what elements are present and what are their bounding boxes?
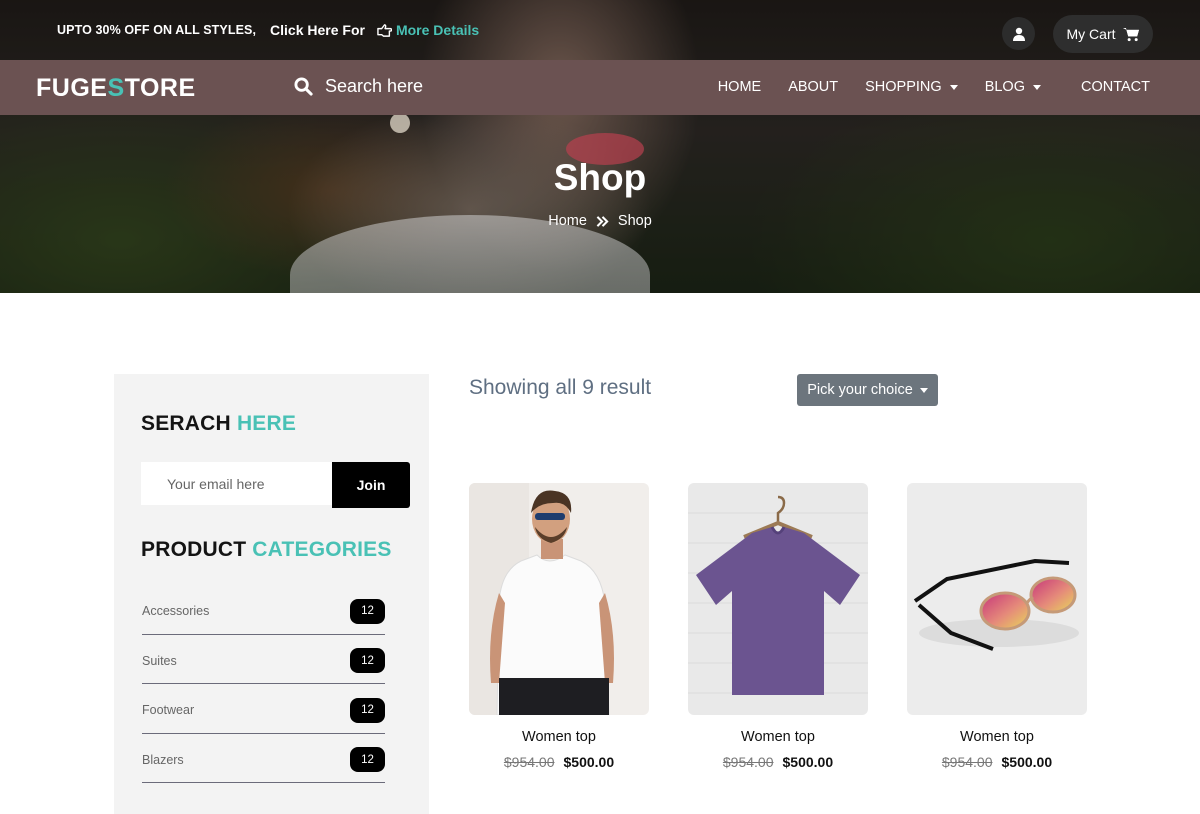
product-old-price: $954.00 [722, 754, 774, 770]
nav-item-label: SHOPPING [865, 79, 942, 95]
shopping-cart-icon [1122, 27, 1139, 41]
my-cart-label: My Cart [1066, 26, 1116, 42]
my-cart-button[interactable]: My Cart [1053, 15, 1153, 53]
sidebar: SERACH HERE Join PRODUCT CATEGORIES Acce… [114, 374, 429, 814]
hero-image-earring [390, 113, 410, 133]
category-name: Accessories [142, 604, 210, 619]
search-icon [294, 77, 313, 96]
category-item-accessories[interactable]: Accessories 12 [142, 585, 385, 635]
category-list: Accessories 12 Suites 12 Footwear 12 Bla… [142, 585, 385, 783]
subscribe-form: Join [141, 462, 410, 508]
sort-dropdown[interactable]: Pick your choice [797, 374, 938, 406]
user-account-button[interactable] [1002, 17, 1035, 50]
product-current-price: $500.00 [782, 754, 834, 770]
product-price: $954.00 $500.00 [469, 754, 649, 770]
nav-item-shopping[interactable]: SHOPPING [865, 79, 958, 95]
product-grid: Women top $954.00 $500.00 Women top $954.… [469, 483, 1087, 770]
hand-point-right-icon [377, 23, 392, 37]
product-card[interactable]: Women top $954.00 $500.00 [907, 483, 1087, 770]
result-count: Showing all 9 result [469, 376, 652, 399]
product-old-price: $954.00 [503, 754, 555, 770]
categories-heading-text: PRODUCT [141, 538, 247, 561]
join-button[interactable]: Join [332, 462, 410, 508]
caret-down-icon [949, 84, 958, 90]
categories-heading: PRODUCT CATEGORIES [141, 538, 392, 562]
nav-item-label: HOME [717, 79, 762, 95]
nav-item-label: BLOG [984, 79, 1025, 95]
sort-dropdown-label: Pick your choice [807, 382, 913, 398]
email-field[interactable] [141, 462, 332, 505]
nav-item-about[interactable]: ABOUT [788, 79, 838, 95]
product-price: $954.00 $500.00 [907, 754, 1087, 770]
main-navbar: FUGESTORE Search here HOME ABOUT SHOPPIN… [0, 60, 1200, 115]
nav-menu: HOME ABOUT SHOPPING BLOG CONTACT [691, 79, 1150, 95]
promo-click-text: Click Here For [270, 22, 365, 38]
user-icon [1012, 27, 1025, 41]
breadcrumb-current: Shop [617, 213, 652, 229]
double-chevron-right-icon [596, 215, 609, 227]
product-image[interactable] [469, 483, 649, 715]
search-heading: SERACH HERE [141, 412, 296, 436]
logo-text-part1: FUGE [36, 74, 108, 102]
categories-heading-accent: CATEGORIES [252, 538, 392, 561]
product-image[interactable] [688, 483, 868, 715]
category-count-badge: 12 [350, 697, 385, 723]
promo-offer-text: UPTO 30% OFF ON ALL STYLES, [57, 23, 257, 37]
category-count-badge: 12 [350, 747, 385, 773]
category-count-badge: 12 [350, 598, 385, 624]
product-current-price: $500.00 [1001, 754, 1053, 770]
nav-item-label: CONTACT [1080, 79, 1150, 95]
caret-down-icon [1032, 84, 1041, 90]
product-old-price: $954.00 [941, 754, 993, 770]
product-current-price: $500.00 [563, 754, 615, 770]
nav-item-blog[interactable]: BLOG [985, 79, 1041, 95]
product-image[interactable] [907, 483, 1087, 715]
category-name: Footwear [142, 703, 195, 718]
breadcrumb: Home Shop [0, 213, 1200, 229]
nav-item-contact[interactable]: CONTACT [1081, 79, 1150, 95]
category-item-footwear[interactable]: Footwear 12 [142, 684, 385, 734]
site-logo[interactable]: FUGESTORE [36, 74, 196, 103]
logo-text-accent: S [107, 74, 125, 102]
nav-item-label: ABOUT [788, 79, 839, 95]
product-price: $954.00 $500.00 [688, 754, 868, 770]
category-name: Blazers [142, 752, 184, 767]
caret-down-icon [919, 387, 928, 393]
nav-search[interactable]: Search here [294, 76, 423, 97]
logo-text-part2: TORE [124, 74, 196, 102]
product-name[interactable]: Women top [688, 729, 868, 745]
search-heading-text: SERACH [141, 412, 231, 435]
hero-banner: UPTO 30% OFF ON ALL STYLES, Click Here F… [0, 0, 1200, 293]
category-item-blazers[interactable]: Blazers 12 [142, 734, 385, 783]
promo-bar: UPTO 30% OFF ON ALL STYLES, Click Here F… [57, 22, 479, 38]
search-placeholder: Search here [325, 76, 424, 96]
product-card[interactable]: Women top $954.00 $500.00 [688, 483, 868, 770]
product-name[interactable]: Women top [907, 729, 1087, 745]
product-card[interactable]: Women top $954.00 $500.00 [469, 483, 649, 770]
more-details-label: More Details [395, 22, 480, 38]
category-item-suites[interactable]: Suites 12 [142, 635, 385, 684]
page-title: Shop [553, 157, 647, 198]
more-details-link[interactable]: More Details [377, 22, 479, 38]
product-name[interactable]: Women top [469, 729, 649, 745]
breadcrumb-home-link[interactable]: Home [548, 213, 587, 229]
search-heading-accent: HERE [236, 412, 297, 435]
category-count-badge: 12 [350, 648, 385, 674]
nav-item-home[interactable]: HOME [718, 79, 762, 95]
category-name: Suites [142, 653, 177, 668]
